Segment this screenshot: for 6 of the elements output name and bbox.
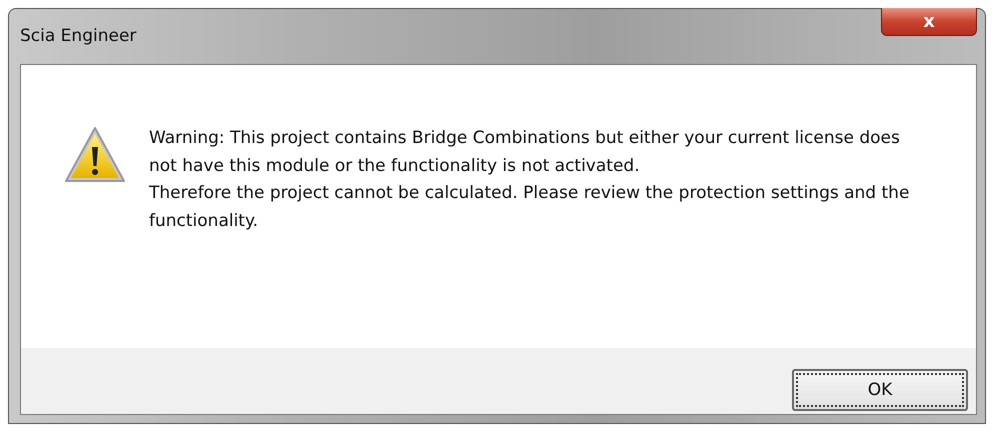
window-title: Scia Engineer [20, 26, 136, 46]
warning-icon [63, 125, 127, 185]
ok-button[interactable]: OK [792, 369, 968, 411]
message-text: Therefore the project cannot be calculated. Please review the protection settings and the functionality. [149, 182, 910, 232]
close-button[interactable]: x [881, 8, 977, 36]
message-text: Warning: This project contains Bridge Combinations but either your current license does not have this module or the functionality is not activated. [149, 127, 901, 178]
